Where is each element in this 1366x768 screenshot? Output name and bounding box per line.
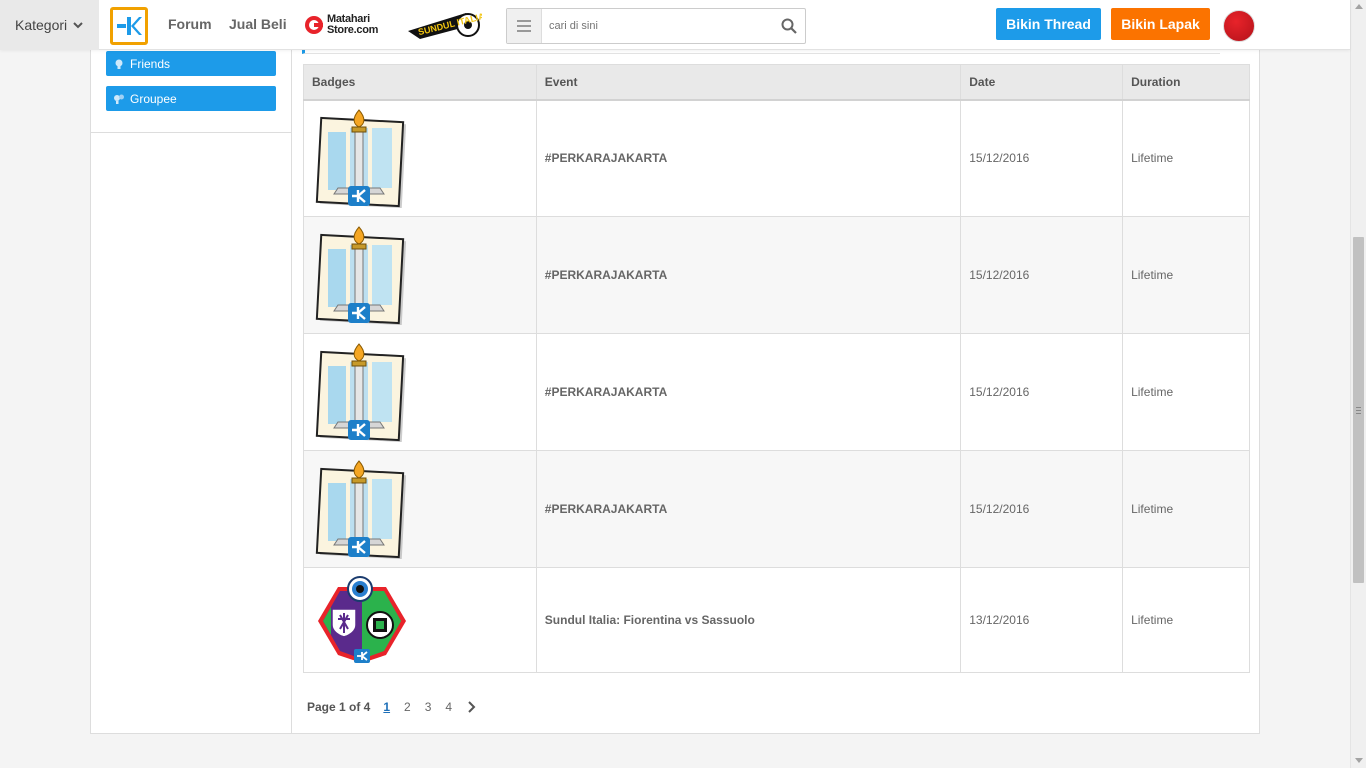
matahari-store-logo[interactable]: Matahari Store.com (304, 12, 378, 38)
scroll-up-arrow-icon[interactable] (1355, 4, 1363, 9)
duration-cell: Lifetime (1122, 567, 1250, 673)
bikin-thread-button[interactable]: Bikin Thread (996, 8, 1101, 40)
chevron-down-icon (73, 22, 83, 29)
badges-table: Badges Event Date Duration #PERKARAJAKAR… (303, 64, 1250, 673)
sidebar-divider (91, 132, 291, 133)
scroll-down-arrow-icon[interactable] (1355, 758, 1363, 763)
bikin-lapak-button[interactable]: Bikin Lapak (1111, 8, 1210, 40)
kategori-label: Kategori (15, 17, 68, 33)
sidebar-item-label: Groupee (130, 91, 177, 106)
table-row: Sundul Italia: Fiorentina vs Sassuolo 13… (303, 567, 1250, 673)
nav-forum[interactable]: Forum (168, 16, 212, 32)
search-input[interactable] (549, 15, 769, 37)
scrollbar-thumb[interactable] (1353, 237, 1364, 583)
event-cell: Sundul Italia: Fiorentina vs Sassuolo (535, 567, 962, 673)
page-info: Page 1 of 4 (307, 700, 371, 714)
search-bar (506, 8, 806, 44)
chevron-right-icon[interactable] (466, 701, 476, 713)
table-row: #PERKARAJAKARTA 15/12/2016 Lifetime (303, 216, 1250, 334)
monas-badge-icon (315, 109, 406, 209)
sundul-italia-badge-icon (318, 576, 406, 663)
event-cell: #PERKARAJAKARTA (535, 450, 962, 568)
nav-jual-beli[interactable]: Jual Beli (229, 16, 287, 32)
badge-cell (303, 450, 537, 568)
duration-cell: Lifetime (1122, 333, 1250, 451)
table-row: #PERKARAJAKARTA 15/12/2016 Lifetime (303, 450, 1250, 568)
main-container: Friends Groupee Badges Event Date Durati… (90, 50, 1260, 734)
sidebar-item-friends[interactable]: Friends (106, 51, 276, 76)
group-bulb-icon (114, 94, 124, 104)
badge-cell (303, 99, 537, 217)
badge-cell (303, 333, 537, 451)
badge-cell (303, 567, 537, 673)
date-cell: 13/12/2016 (960, 567, 1124, 673)
duration-cell: Lifetime (1122, 99, 1250, 217)
table-header-row: Badges Event Date Duration (303, 64, 1250, 101)
monas-badge-icon (315, 226, 406, 325)
date-cell: 15/12/2016 (960, 99, 1124, 217)
date-cell: 15/12/2016 (960, 333, 1124, 451)
page-scrollbar[interactable] (1350, 0, 1366, 768)
sundul-italia-logo[interactable]: SUNDUL ITALIA (406, 9, 482, 41)
monas-badge-icon (315, 460, 406, 559)
page-link-1[interactable]: 1 (383, 700, 390, 714)
search-menu-button[interactable] (507, 9, 542, 43)
scroll-grip-icon (1356, 407, 1361, 414)
event-cell: #PERKARAJAKARTA (535, 333, 962, 451)
top-navbar: Kategori Forum Jual Beli Matahari Store.… (0, 0, 1350, 50)
section-header-strip (302, 50, 1220, 54)
event-cell: #PERKARAJAKARTA (535, 99, 962, 217)
kaskus-logo[interactable] (110, 7, 148, 45)
bulb-icon (115, 59, 123, 69)
user-avatar[interactable] (1223, 10, 1255, 42)
event-cell: #PERKARAJAKARTA (535, 216, 962, 334)
search-icon[interactable] (781, 18, 797, 34)
matahari-text-2: Store.com (327, 24, 379, 36)
column-header-date: Date (960, 64, 1124, 101)
sidebar-item-groupee[interactable]: Groupee (106, 86, 276, 111)
page-link-2[interactable]: 2 (404, 700, 411, 714)
column-header-badges: Badges (303, 64, 537, 101)
badges-content: Badges Event Date Duration #PERKARAJAKAR… (292, 50, 1260, 733)
hamburger-icon (517, 20, 531, 32)
table-row: #PERKARAJAKARTA 15/12/2016 Lifetime (303, 99, 1250, 217)
duration-cell: Lifetime (1122, 450, 1250, 568)
page-link-3[interactable]: 3 (425, 700, 432, 714)
sidebar-item-label: Friends (130, 56, 171, 71)
column-header-duration: Duration (1122, 64, 1250, 101)
badge-cell (303, 216, 537, 334)
duration-cell: Lifetime (1122, 216, 1250, 334)
date-cell: 15/12/2016 (960, 216, 1124, 334)
kategori-dropdown[interactable]: Kategori (0, 0, 99, 50)
column-header-event: Event (535, 64, 962, 101)
page-link-4[interactable]: 4 (445, 700, 452, 714)
sidebar: Friends Groupee (91, 50, 292, 733)
matahari-icon (305, 16, 323, 34)
kaskus-k-icon (117, 17, 142, 35)
monas-badge-icon (315, 343, 406, 442)
pagination: Page 1 of 4 1 2 3 4 (307, 700, 476, 714)
table-row: #PERKARAJAKARTA 15/12/2016 Lifetime (303, 333, 1250, 451)
date-cell: 15/12/2016 (960, 450, 1124, 568)
